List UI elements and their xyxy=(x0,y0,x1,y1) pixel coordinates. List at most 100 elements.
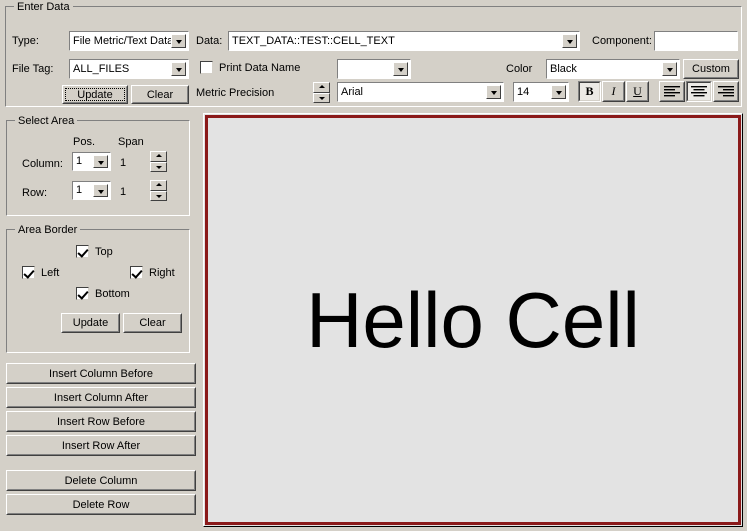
chevron-down-icon[interactable] xyxy=(662,62,677,76)
print-data-name-label: Print Data Name xyxy=(219,61,301,74)
align-center-button[interactable] xyxy=(686,81,712,102)
insert-column-after-button[interactable]: Insert Column After xyxy=(6,387,196,408)
checkbox-box[interactable] xyxy=(22,266,35,279)
row-pos-combo[interactable]: 1 xyxy=(72,181,111,200)
type-combo-value: File Metric/Text Data xyxy=(73,35,171,47)
row-span-spinner[interactable] xyxy=(150,180,167,201)
update-data-button-label: Update xyxy=(77,88,113,101)
spinner-down-icon[interactable] xyxy=(313,92,330,103)
area-border-group-title: Area Border xyxy=(15,224,81,236)
cell-preview-text: Hello Cell xyxy=(306,276,640,364)
bold-button-label: B xyxy=(585,84,594,98)
chevron-down-icon[interactable] xyxy=(551,85,566,99)
select-area-group-title: Select Area xyxy=(15,115,78,127)
color-label: Color xyxy=(506,63,533,75)
file-tag-combo[interactable]: ALL_FILES xyxy=(69,59,189,79)
checkbox-box[interactable] xyxy=(200,61,213,74)
spinner-up-icon[interactable] xyxy=(150,180,167,191)
underline-button-label: U xyxy=(633,84,642,98)
align-left-button[interactable] xyxy=(659,81,685,102)
checkbox-box[interactable] xyxy=(76,245,89,258)
spinner-up-icon[interactable] xyxy=(313,82,330,93)
chevron-down-icon[interactable] xyxy=(393,62,408,76)
insert-row-after-button[interactable]: Insert Row After xyxy=(6,435,196,456)
custom-color-button[interactable]: Custom xyxy=(683,59,739,79)
italic-button[interactable]: I xyxy=(602,81,625,102)
border-left-checkbox[interactable]: Left xyxy=(22,266,59,279)
insert-column-before-label: Insert Column Before xyxy=(49,367,153,380)
column-pos-combo[interactable]: 1 xyxy=(72,152,111,171)
border-clear-button-label: Clear xyxy=(139,317,166,329)
delete-column-button[interactable]: Delete Column xyxy=(6,470,196,491)
border-top-checkbox[interactable]: Top xyxy=(76,245,113,258)
border-top-label: Top xyxy=(95,245,113,258)
component-input[interactable] xyxy=(654,31,738,51)
column-span-value: 1 xyxy=(120,157,127,169)
unnamed-combo[interactable] xyxy=(337,59,411,79)
chevron-down-icon[interactable] xyxy=(171,34,186,48)
insert-row-before-label: Insert Row Before xyxy=(56,415,146,428)
print-data-name-checkbox[interactable]: Print Data Name xyxy=(200,61,300,74)
chevron-down-icon[interactable] xyxy=(93,184,108,197)
data-combo-value: TEXT_DATA::TEST::CELL_TEXT xyxy=(232,35,395,47)
align-center-icon xyxy=(691,86,707,97)
font-family-combo[interactable]: Arial xyxy=(337,82,504,102)
data-combo[interactable]: TEXT_DATA::TEST::CELL_TEXT xyxy=(228,31,580,51)
chevron-down-icon[interactable] xyxy=(171,62,186,76)
align-right-button[interactable] xyxy=(713,81,739,102)
metric-precision-label: Metric Precision xyxy=(196,87,275,99)
clear-data-button[interactable]: Clear xyxy=(131,85,189,104)
font-size-combo-value: 14 xyxy=(517,86,530,98)
border-clear-button[interactable]: Clear xyxy=(123,313,182,333)
chevron-down-icon[interactable] xyxy=(93,155,108,168)
delete-column-label: Delete Column xyxy=(64,474,138,487)
border-right-label: Right xyxy=(149,266,175,279)
spinner-up-icon[interactable] xyxy=(150,151,167,162)
row-label: Row: xyxy=(22,187,48,199)
spinner-down-icon[interactable] xyxy=(150,161,167,172)
metric-precision-spinner[interactable] xyxy=(313,82,330,103)
clear-data-button-label: Clear xyxy=(146,88,174,101)
file-tag-combo-value: ALL_FILES xyxy=(73,63,130,75)
enter-data-group-title: Enter Data xyxy=(14,1,73,13)
pos-header: Pos. xyxy=(73,136,96,148)
border-right-checkbox[interactable]: Right xyxy=(130,266,175,279)
delete-row-button[interactable]: Delete Row xyxy=(6,494,196,515)
font-family-combo-value: Arial xyxy=(341,86,364,98)
type-label: Type: xyxy=(12,35,39,47)
update-data-button[interactable]: Update xyxy=(62,85,128,104)
color-combo[interactable]: Black xyxy=(546,59,680,79)
row-pos-value: 1 xyxy=(76,185,83,196)
cell-preview-border: Hello Cell xyxy=(205,115,741,525)
chevron-down-icon[interactable] xyxy=(486,85,501,99)
align-left-icon xyxy=(664,86,680,97)
column-pos-value: 1 xyxy=(76,156,83,167)
bold-button[interactable]: B xyxy=(578,81,601,102)
insert-row-after-label: Insert Row After xyxy=(61,439,141,452)
color-combo-value: Black xyxy=(550,63,577,75)
column-label: Column: xyxy=(22,158,63,170)
row-span-value: 1 xyxy=(120,186,127,198)
border-update-button-label: Update xyxy=(72,317,109,329)
custom-color-button-label: Custom xyxy=(692,63,730,75)
chevron-down-icon[interactable] xyxy=(562,34,577,48)
component-label: Component: xyxy=(592,35,652,47)
column-span-spinner[interactable] xyxy=(150,151,167,172)
data-label: Data: xyxy=(196,35,223,47)
border-update-button[interactable]: Update xyxy=(61,313,120,333)
border-bottom-checkbox[interactable]: Bottom xyxy=(76,287,130,300)
insert-row-before-button[interactable]: Insert Row Before xyxy=(6,411,196,432)
cell-preview-panel[interactable]: Hello Cell xyxy=(203,113,743,527)
italic-button-label: I xyxy=(611,84,616,98)
checkbox-box[interactable] xyxy=(76,287,89,300)
underline-button[interactable]: U xyxy=(626,81,649,102)
type-combo[interactable]: File Metric/Text Data xyxy=(69,31,189,51)
checkbox-box[interactable] xyxy=(130,266,143,279)
font-size-combo[interactable]: 14 xyxy=(513,82,569,102)
border-bottom-label: Bottom xyxy=(95,287,130,300)
insert-column-after-label: Insert Column After xyxy=(53,391,149,404)
border-left-label: Left xyxy=(41,266,60,279)
file-tag-label: File Tag: xyxy=(12,63,54,75)
spinner-down-icon[interactable] xyxy=(150,190,167,201)
insert-column-before-button[interactable]: Insert Column Before xyxy=(6,363,196,384)
